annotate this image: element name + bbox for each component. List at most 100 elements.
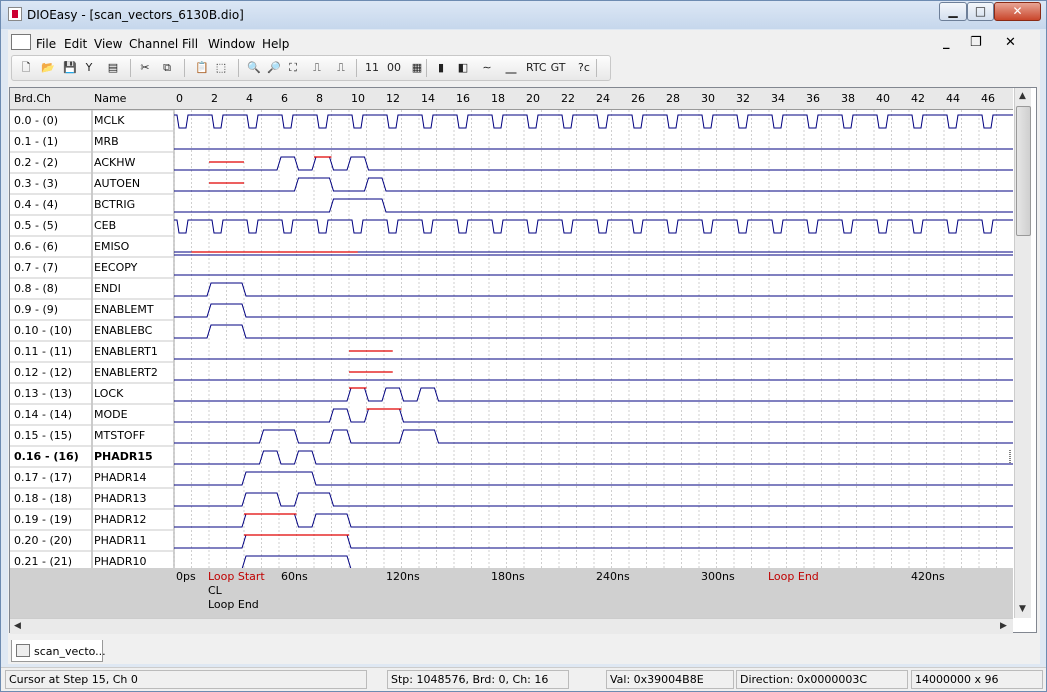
menu-window[interactable]: Window — [208, 37, 255, 51]
app-icon — [8, 7, 22, 21]
clock-trace — [174, 219, 1013, 234]
channel-id[interactable]: 0.5 - (5) — [14, 215, 58, 236]
menu-file[interactable]: File — [36, 37, 56, 51]
document-icon[interactable] — [11, 34, 31, 50]
filter-button[interactable]: Y — [80, 59, 98, 77]
open-button[interactable]: 📂 — [38, 59, 58, 77]
channel-id[interactable]: 0.7 - (7) — [14, 257, 58, 278]
channel-id[interactable]: 0.10 - (10) — [14, 320, 72, 341]
scroll-left-icon[interactable]: ◀ — [14, 621, 21, 631]
channel-name[interactable]: ENABLEMT — [94, 299, 154, 320]
zoom-in-button[interactable]: 🔎 — [264, 59, 284, 77]
channel-id[interactable]: 0.9 - (9) — [14, 299, 58, 320]
gt-button[interactable]: GT — [548, 59, 568, 77]
channel-name[interactable]: EMISO — [94, 236, 129, 257]
scroll-down-icon[interactable]: ▼ — [1019, 604, 1026, 614]
mdi-close-button[interactable]: ✕ — [1005, 35, 1016, 50]
pattern-button[interactable]: ▦ — [408, 59, 426, 77]
marker-red-button[interactable]: ▮ — [432, 59, 450, 77]
channel-id[interactable]: 0.0 - (0) — [14, 110, 58, 131]
marker-blue-button[interactable]: ◧ — [454, 59, 472, 77]
cut-button[interactable]: ✂ — [136, 59, 154, 77]
channel-name[interactable]: ENABLERT2 — [94, 362, 158, 383]
channel-name[interactable]: PHADR11 — [94, 530, 147, 551]
loop-end-label: Loop End — [768, 570, 819, 583]
tab-scan-vectors[interactable]: scan_vecto... — [11, 640, 106, 662]
menu-channel[interactable]: Channel — [129, 37, 178, 51]
new-button[interactable]: 🗋 — [16, 59, 36, 77]
menu-help[interactable]: Help — [262, 37, 289, 51]
close-button[interactable]: ✕ — [994, 2, 1041, 21]
menu-edit[interactable]: Edit — [64, 37, 87, 51]
channel-id[interactable]: 0.3 - (3) — [14, 173, 58, 194]
minimize-button[interactable]: ▁ — [939, 2, 967, 21]
channel-id[interactable]: 0.15 - (15) — [14, 425, 72, 446]
channel-name[interactable]: ENDI — [94, 278, 121, 299]
step-tick-label: 14 — [421, 92, 435, 105]
step-tick-label: 18 — [491, 92, 505, 105]
channel-name[interactable]: PHADR13 — [94, 488, 147, 509]
channel-name[interactable]: ENABLERT1 — [94, 341, 158, 362]
channel-id[interactable]: 0.6 - (6) — [14, 236, 58, 257]
select-button[interactable]: ⬚ — [212, 59, 230, 77]
channel-name[interactable]: AUTOEN — [94, 173, 140, 194]
scroll-right-icon[interactable]: ▶ — [1000, 621, 1007, 631]
channel-name[interactable]: MRB — [94, 131, 119, 152]
menu-fill[interactable]: Fill — [182, 37, 198, 51]
channel-id[interactable]: 0.1 - (1) — [14, 131, 58, 152]
channel-id[interactable]: 0.18 - (18) — [14, 488, 72, 509]
help-button[interactable]: ?c — [574, 59, 594, 77]
print-button[interactable]: ▤ — [104, 59, 122, 77]
channel-name[interactable]: CEB — [94, 215, 116, 236]
channel-name[interactable]: PHADR12 — [94, 509, 147, 530]
channel-name[interactable]: BCTRIG — [94, 194, 135, 215]
channel-id[interactable]: 0.11 - (11) — [14, 341, 72, 362]
channel-id[interactable]: 0.4 - (4) — [14, 194, 58, 215]
step-tick-label: 6 — [281, 92, 288, 105]
channel-id[interactable]: 0.17 - (17) — [14, 467, 72, 488]
channel-id[interactable]: 0.12 - (12) — [14, 362, 72, 383]
channel-name[interactable]: PHADR15 — [94, 446, 153, 467]
mdi-restore-button[interactable]: ❐ — [970, 35, 982, 50]
status-value: Val: 0x39004B8E — [606, 670, 734, 689]
channel-id[interactable]: 0.14 - (14) — [14, 404, 72, 425]
channel-id[interactable]: 0.19 - (19) — [14, 509, 72, 530]
ones-button[interactable]: 11 — [362, 59, 382, 77]
channel-name[interactable]: EECOPY — [94, 257, 137, 278]
pulse-button[interactable]: ⎍ — [332, 59, 350, 77]
step-button[interactable]: ⎽ — [502, 59, 520, 77]
vertical-scrollbar[interactable]: ▲ ▼ — [1014, 88, 1031, 618]
channel-name[interactable]: MTSTOFF — [94, 425, 145, 446]
channel-name[interactable]: ENABLEBC — [94, 320, 152, 341]
zoom-fit-button[interactable]: ⛶ — [284, 59, 302, 77]
menu-view[interactable]: View — [94, 37, 122, 51]
channel-name[interactable]: PHADR14 — [94, 467, 147, 488]
step-tick-label: 26 — [631, 92, 645, 105]
channel-id[interactable]: 0.13 - (13) — [14, 383, 72, 404]
rtc-button[interactable]: RTC — [526, 59, 547, 77]
zoom-button[interactable]: 🔍 — [244, 59, 264, 77]
channel-id[interactable]: 0.8 - (8) — [14, 278, 58, 299]
line-button[interactable]: ∼ — [478, 59, 496, 77]
channel-id[interactable]: 0.16 - (16) — [14, 446, 79, 467]
paste-button[interactable]: 📋 — [192, 59, 212, 77]
maximize-button[interactable]: □ — [967, 2, 994, 21]
mdi-minimize-button[interactable]: _ — [943, 35, 950, 50]
waveform-canvas[interactable] — [10, 88, 1013, 618]
channel-name[interactable]: MODE — [94, 404, 128, 425]
step-tick-label: 40 — [876, 92, 890, 105]
channel-name[interactable]: ACKHW — [94, 152, 135, 173]
loop-start-label: Loop Start — [208, 570, 265, 583]
clock-pulse-button[interactable]: ⎍ — [308, 59, 326, 77]
save-button[interactable]: 💾 — [60, 59, 80, 77]
zeros-button[interactable]: 00 — [384, 59, 404, 77]
scroll-up-icon[interactable]: ▲ — [1019, 91, 1026, 101]
copy-button[interactable]: ⧉ — [158, 59, 176, 77]
vertical-scroll-thumb[interactable] — [1016, 106, 1031, 236]
pulse-trace — [174, 387, 1013, 402]
channel-id[interactable]: 0.2 - (2) — [14, 152, 58, 173]
channel-id[interactable]: 0.20 - (20) — [14, 530, 72, 551]
horizontal-scrollbar[interactable]: ◀ ▶ — [10, 618, 1013, 634]
channel-name[interactable]: LOCK — [94, 383, 123, 404]
channel-name[interactable]: MCLK — [94, 110, 125, 131]
